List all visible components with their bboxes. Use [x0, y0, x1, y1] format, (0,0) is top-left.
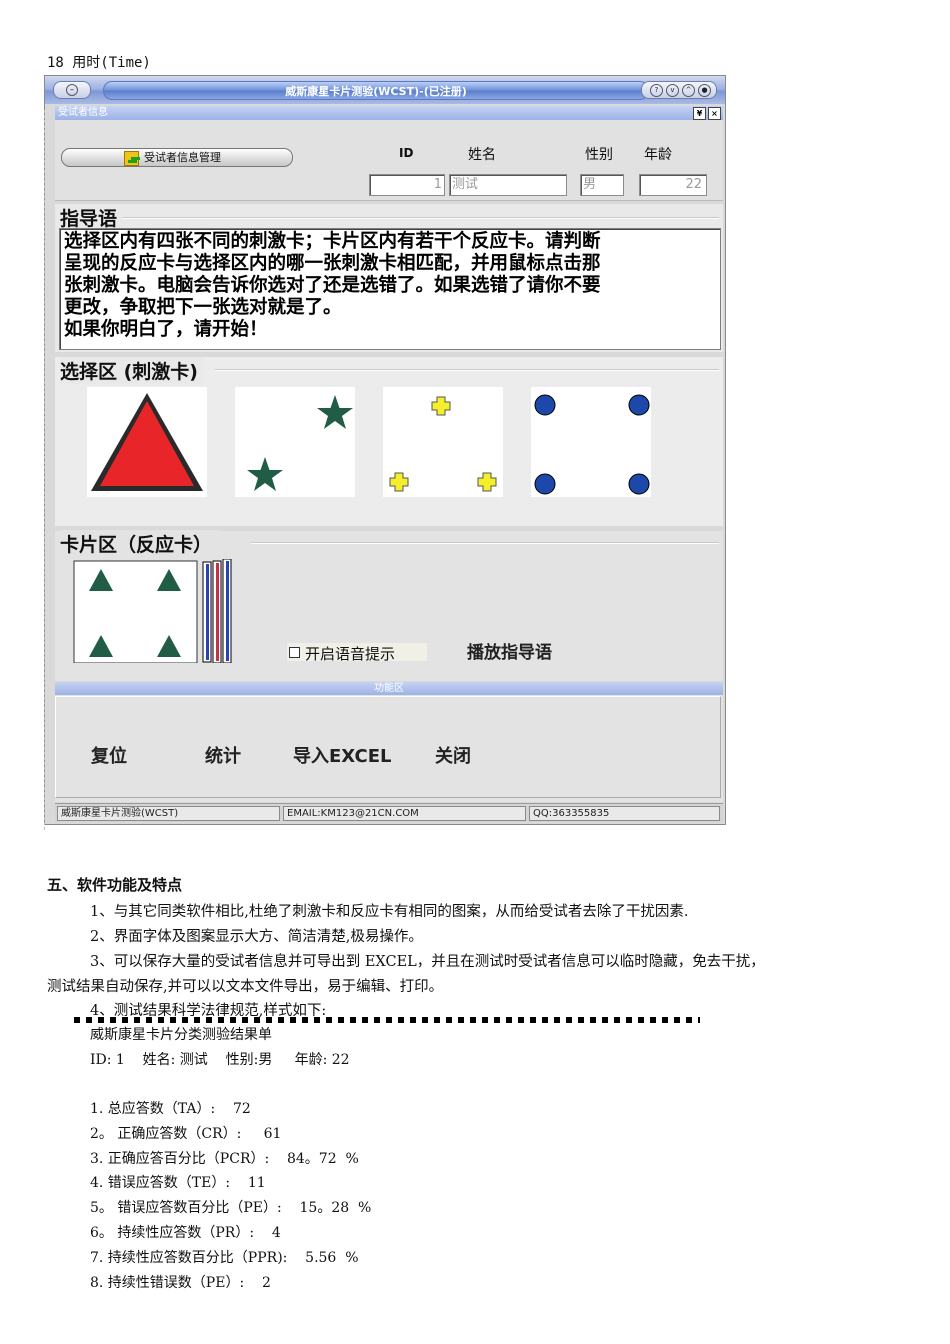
choice-area-panel: 选择区 (刺激卡)	[55, 357, 723, 526]
collapse-icon[interactable]: ¥	[693, 107, 706, 120]
cross-shape	[389, 472, 409, 492]
dotted-divider	[74, 1017, 700, 1023]
instruction-line: 张刺激卡。电脑会告诉你选对了还是选错了。如果选错了请你不要	[64, 275, 601, 296]
title-pill: 威斯康星卡片测验(WCST)-(已注册)	[103, 81, 649, 100]
instruction-line: 选择区内有四张不同的刺激卡；卡片区内有若干个反应卡。请判断	[64, 231, 601, 252]
margin-mark	[44, 110, 46, 830]
panel-close-icon[interactable]: ×	[708, 107, 721, 120]
play-instruction-button[interactable]: 播放指导语	[467, 638, 552, 663]
subject-info-bar: 受试者信息 ¥ ×	[55, 106, 723, 120]
statistics-button[interactable]: 统计	[205, 742, 241, 768]
red-triangle-icon	[91, 393, 203, 491]
feature-item: 1、与其它同类软件相比,杜绝了刺激卡和反应卡有相同的图案，从而给受试者去除了干扰…	[90, 904, 689, 920]
minimize-icon[interactable]: v	[666, 84, 679, 97]
subject-manage-label: 受试者信息管理	[144, 151, 221, 164]
feature-item-continued: 测试结果自动保存,并可以以文本文件导出，易于编辑、打印。	[47, 979, 444, 995]
feature-item: 2、界面字体及图案显示大方、简洁清楚,极易操作。	[90, 929, 423, 945]
age-label: 年龄	[644, 147, 672, 163]
response-card-stack[interactable]	[73, 558, 241, 664]
system-menu-button[interactable]: –	[53, 81, 91, 99]
wcst-window: – 威斯康星卡片测验(WCST)-(已注册) ? v ^ ● 受试者信息 ¥ × …	[44, 75, 726, 825]
circle-shape	[534, 473, 556, 495]
maximize-icon[interactable]: ^	[682, 84, 695, 97]
instruction-line: 呈现的反应卡与选择区内的哪一张刺激卡相匹配，并用鼠标点击那	[64, 253, 601, 274]
gender-field[interactable]: 男	[580, 174, 624, 196]
subject-info-panel: 受试者信息 ¥ × 受试者信息管理 ID 姓名 性别 年龄 1 测试 男 22	[55, 106, 723, 201]
response-area-panel: 卡片区（反应卡） 开启语音提示 播放指导语	[55, 530, 723, 681]
subject-manage-button[interactable]: 受试者信息管理	[61, 148, 293, 167]
circle-shape	[628, 473, 650, 495]
instruction-text: 选择区内有四张不同的刺激卡；卡片区内有若干个反应卡。请判断 呈现的反应卡与选择区…	[64, 231, 720, 341]
title-bar[interactable]: – 威斯康星卡片测验(WCST)-(已注册) ? v ^ ●	[45, 76, 725, 104]
instruction-box: 选择区内有四张不同的刺激卡；卡片区内有若干个反应卡。请判断 呈现的反应卡与选择区…	[59, 228, 721, 350]
help-icon[interactable]: ?	[650, 84, 663, 97]
add-user-icon	[124, 151, 139, 166]
status-email: EMAIL:KM123@21CN.COM	[283, 806, 526, 821]
section-heading: 五、软件功能及特点	[47, 876, 183, 894]
instruction-line: 如果你明白了，请开始！	[64, 319, 268, 340]
stimulus-card-4[interactable]	[531, 387, 651, 497]
result-row: 8. 持续性错误数（PE）: 2	[90, 1275, 271, 1291]
cross-shape	[477, 472, 497, 492]
function-area-panel: 功能区 复位 统计 导入EXCEL 关闭	[55, 682, 723, 802]
circle-shape	[534, 394, 556, 416]
result-row: 3. 正确应答百分比（PCR）: 84。72 %	[90, 1151, 359, 1167]
green-stars-icon	[247, 395, 353, 491]
triangle-shape	[100, 401, 194, 486]
import-excel-button[interactable]: 导入EXCEL	[293, 742, 392, 768]
choice-area-title: 选择区 (刺激卡)	[60, 357, 204, 384]
close-icon[interactable]: ●	[698, 84, 711, 97]
result-title: 威斯康星卡片分类测验结果单	[90, 1027, 272, 1043]
voice-checkbox[interactable]: 开启语音提示	[287, 643, 427, 663]
function-area-bar: 功能区	[55, 682, 723, 695]
window-controls: ? v ^ ●	[641, 81, 717, 99]
stimulus-card-3[interactable]	[383, 387, 503, 497]
checkbox-box[interactable]	[289, 647, 300, 658]
voice-checkbox-label: 开启语音提示	[305, 645, 396, 663]
instruction-line: 更改，争取把下一张选对就是了。	[64, 297, 342, 318]
window-title: 威斯康星卡片测验(WCST)-(已注册)	[285, 85, 467, 98]
name-label: 姓名	[468, 147, 496, 163]
menu-icon: –	[66, 84, 78, 96]
result-row: 7. 持续性应答数百分比（PPR): 5.56 %	[90, 1250, 359, 1266]
instruction-title: 指导语	[60, 204, 124, 231]
result-row: 2。 正确应答数（CR）: 61	[90, 1126, 282, 1142]
choice-divider	[215, 369, 719, 371]
age-field[interactable]: 22	[639, 174, 707, 196]
close-button[interactable]: 关闭	[435, 742, 471, 768]
cross-shape	[431, 396, 451, 416]
instruction-panel: 指导语 选择区内有四张不同的刺激卡；卡片区内有若干个反应卡。请判断 呈现的反应卡…	[55, 204, 723, 352]
result-row: 5。 错误应答数百分比（PE）: 15。28 %	[90, 1200, 372, 1216]
circle-shape	[628, 394, 650, 416]
star-shape	[247, 457, 283, 491]
stimulus-card-1[interactable]	[87, 387, 207, 497]
status-app-name: 威斯康星卡片测验(WCST)	[57, 806, 280, 821]
doc-header: 18 用时(Time)	[47, 55, 151, 71]
star-shape	[317, 395, 353, 429]
response-card-deck	[73, 558, 232, 664]
status-bar: 威斯康星卡片测验(WCST) EMAIL:KM123@21CN.COM QQ:3…	[55, 803, 723, 822]
blue-circles-icon	[534, 394, 650, 495]
yellow-crosses-icon	[389, 396, 497, 492]
gender-label: 性别	[585, 147, 613, 163]
result-row: 6。 持续性应答数（PR）: 4	[90, 1225, 281, 1241]
result-subject-info: ID: 1 姓名: 测试 性别:男 年龄: 22	[90, 1052, 350, 1068]
response-divider	[251, 542, 719, 544]
id-field[interactable]: 1	[369, 174, 445, 196]
result-row: 1. 总应答数（TA）: 72	[90, 1101, 251, 1117]
instruction-divider	[115, 217, 719, 219]
response-area-title: 卡片区（反应卡）	[60, 530, 219, 557]
feature-item: 3、可以保存大量的受试者信息并可导出到 EXCEL，并且在测试时受试者信息可以临…	[90, 954, 765, 970]
status-qq: QQ:363355835	[529, 806, 720, 821]
reset-button[interactable]: 复位	[91, 742, 127, 768]
result-row: 4. 错误应答数（TE）: 11	[90, 1175, 266, 1191]
id-label: ID	[399, 146, 414, 160]
name-field[interactable]: 测试	[449, 174, 567, 196]
subject-info-bar-label: 受试者信息	[58, 107, 108, 118]
stimulus-card-2[interactable]	[235, 387, 355, 497]
